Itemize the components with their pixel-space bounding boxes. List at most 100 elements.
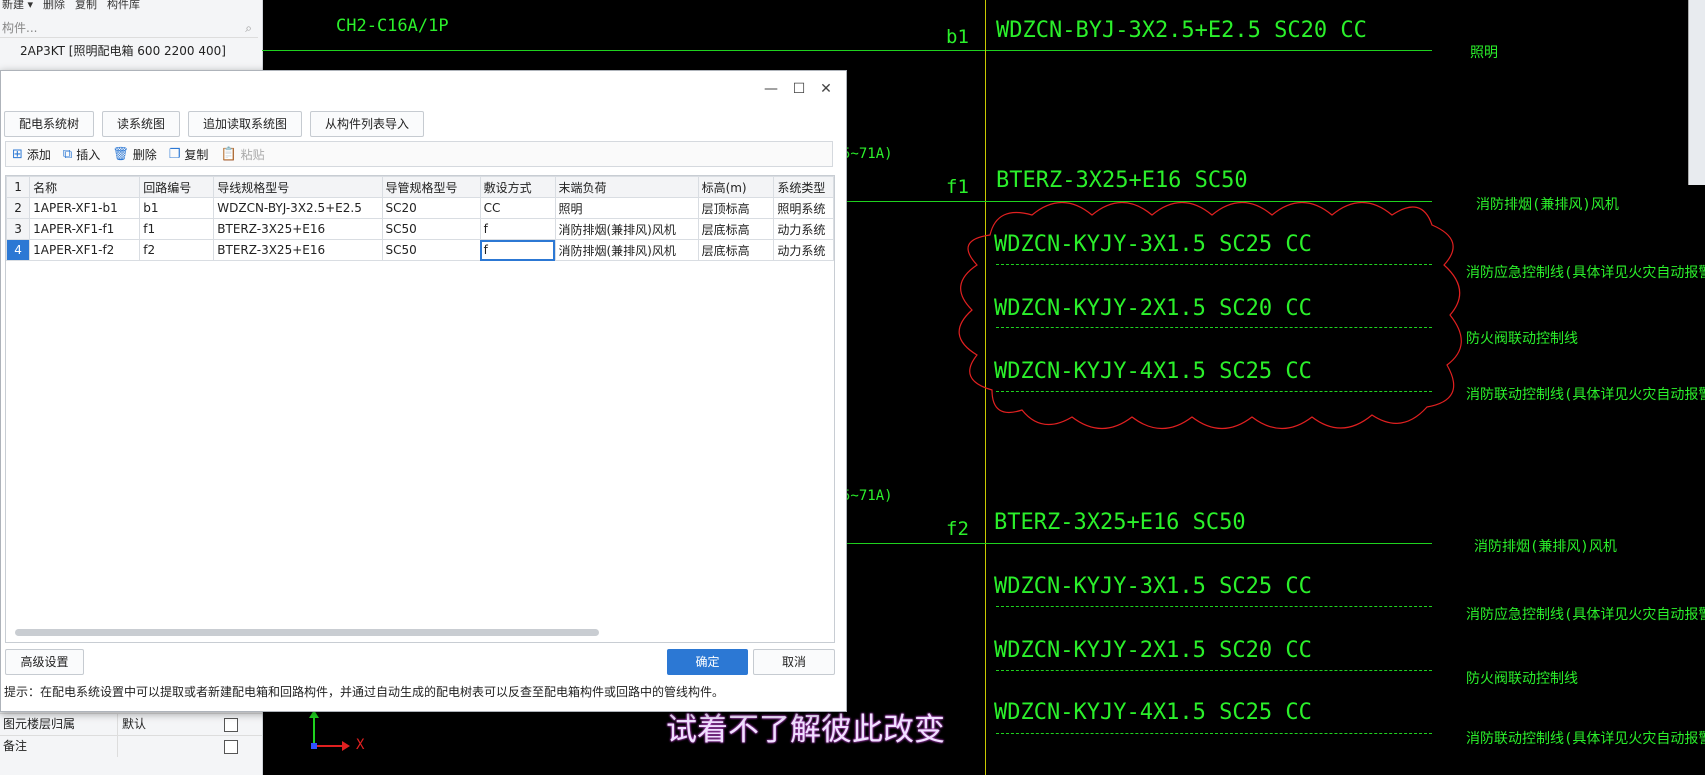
property-table: 图元楼层归属 默认 备注 xyxy=(0,713,262,757)
delete-button[interactable]: 删除 xyxy=(43,0,65,12)
component-search-input[interactable]: 构件... ⌕ xyxy=(0,18,258,38)
control-line xyxy=(996,733,1432,734)
circuit-cable: WDZCN-BYJ-3X2.5+E2.5 SC20 CC xyxy=(996,18,1367,43)
property-row: 备注 xyxy=(0,735,262,757)
control-load: 消防应急控制线(具体详见火灾自动报警平面图) xyxy=(1466,607,1705,623)
row-number[interactable]: 4 xyxy=(6,239,31,261)
breaker-label: CH2-C16A/1P xyxy=(336,16,449,36)
partial-label: 5~71A) xyxy=(842,488,893,504)
column-header[interactable]: 标高(m) xyxy=(697,176,775,198)
bus-line xyxy=(262,50,1432,51)
control-cable: WDZCN-KYJY-3X1.5 SC25 CC xyxy=(994,574,1312,599)
ucs-axis-icon xyxy=(309,710,350,751)
table-cell[interactable]: WDZCN-BYJ-3X2.5+E2.5 xyxy=(213,197,383,219)
horizontal-scrollbar[interactable] xyxy=(15,629,599,636)
tab-read-diagram[interactable]: 读系统图 xyxy=(102,111,181,137)
control-line xyxy=(996,606,1432,607)
circuit-table: 1 名称 回路编号 导线规格型号 导管规格型号 敷设方式 末端负荷 标高(m) … xyxy=(6,176,834,261)
table-cell[interactable]: SC50 xyxy=(381,239,481,261)
table-cell[interactable]: 消防排烟(兼排风)风机 xyxy=(554,218,699,240)
table-cell[interactable]: 层顶标高 xyxy=(697,197,775,219)
circuit-load: 消防排烟(兼排风)风机 xyxy=(1474,539,1617,555)
table-row[interactable]: 3 1APER-XF1-f1 f1 BTERZ-3X25+E16 SC50 f … xyxy=(6,218,834,240)
tab-import-list[interactable]: 从构件列表导入 xyxy=(310,111,425,137)
property-value[interactable]: 默认 xyxy=(118,714,212,735)
copy-button[interactable]: 复制 xyxy=(75,0,97,12)
table-cell[interactable]: SC50 xyxy=(381,218,481,240)
table-cell[interactable]: CC xyxy=(479,197,556,219)
circuit-id: f2 xyxy=(946,518,969,540)
table-cell[interactable]: 1APER-XF1-f2 xyxy=(29,239,141,261)
close-icon[interactable]: ✕ xyxy=(816,79,836,99)
distribution-system-dialog: — ☐ ✕ 配电系统树 读系统图 追加读取系统图 从构件列表导入 ⊞ 添加 ⧉ 插入… xyxy=(0,70,847,712)
property-checkbox[interactable] xyxy=(224,718,238,732)
table-cell[interactable]: 1APER-XF1-b1 xyxy=(29,197,141,219)
partial-label: 5~71A) xyxy=(842,146,893,162)
property-checkbox[interactable] xyxy=(224,740,238,754)
tab-system-tree[interactable]: 配电系统树 xyxy=(4,111,95,137)
axis-x-label: X xyxy=(356,737,365,753)
table-row[interactable]: 4 1APER-XF1-f2 f2 BTERZ-3X25+E16 SC50 f … xyxy=(6,239,834,261)
column-header[interactable]: 导线规格型号 xyxy=(213,176,383,198)
minimize-icon[interactable]: — xyxy=(761,79,781,99)
tab-append-read[interactable]: 追加读取系统图 xyxy=(188,111,303,137)
control-load: 消防联动控制线(具体详见火灾自动报警平面图) xyxy=(1466,731,1705,747)
table-cell[interactable]: 照明系统 xyxy=(773,197,834,219)
control-cable: WDZCN-KYJY-2X1.5 SC20 CC xyxy=(994,638,1312,663)
table-cell[interactable]: 层底标高 xyxy=(697,218,775,240)
table-cell[interactable]: BTERZ-3X25+E16 xyxy=(213,239,383,261)
row-number[interactable]: 2 xyxy=(6,197,31,219)
column-header[interactable]: 回路编号 xyxy=(139,176,215,198)
table-cell[interactable]: BTERZ-3X25+E16 xyxy=(213,218,383,240)
circuit-load: 照明 xyxy=(1470,45,1498,61)
advanced-settings-button[interactable]: 高级设置 xyxy=(5,649,84,675)
column-header[interactable]: 导管规格型号 xyxy=(381,176,481,198)
copy-row-button[interactable]: ❐ 复制 xyxy=(169,146,209,163)
new-button[interactable]: 新建 ▾ xyxy=(2,0,33,12)
revision-cloud xyxy=(958,202,1462,429)
cancel-button[interactable]: 取消 xyxy=(753,649,835,675)
paste-icon: 📋 xyxy=(220,146,237,162)
add-icon: ⊞ xyxy=(12,146,23,162)
delete-row-button[interactable]: 🗑 删除 xyxy=(112,146,157,163)
circuit-cable: BTERZ-3X25+E16 SC50 xyxy=(994,510,1246,535)
table-cell-editing[interactable]: f xyxy=(479,239,556,261)
row-number: 1 xyxy=(6,176,31,198)
control-load: 防火阀联动控制线 xyxy=(1466,671,1578,687)
control-cable: WDZCN-KYJY-4X1.5 SC25 CC xyxy=(994,700,1312,725)
grid-toolbar: ⊞ 添加 ⧉ 插入 🗑 删除 ❐ 复制 📋 粘贴 xyxy=(5,141,833,167)
table-cell[interactable]: 1APER-XF1-f1 xyxy=(29,218,141,240)
column-header[interactable]: 系统类型 xyxy=(773,176,834,198)
component-list-item[interactable]: 2AP3KT [照明配电箱 600 2200 400] xyxy=(20,42,226,59)
table-row[interactable]: 2 1APER-XF1-b1 b1 WDZCN-BYJ-3X2.5+E2.5 S… xyxy=(6,197,834,219)
property-value[interactable] xyxy=(118,736,212,757)
maximize-icon[interactable]: ☐ xyxy=(789,79,809,99)
table-cell[interactable]: 层底标高 xyxy=(697,239,775,261)
component-toolbar: 新建 ▾ 删除 复制 构件库 xyxy=(0,0,262,12)
circuit-id: b1 xyxy=(946,26,969,48)
table-cell[interactable]: SC20 xyxy=(381,197,481,219)
property-key: 图元楼层归属 xyxy=(0,714,118,735)
row-number[interactable]: 3 xyxy=(6,218,31,240)
insert-row-button[interactable]: ⧉ 插入 xyxy=(63,146,100,163)
column-header[interactable]: 末端负荷 xyxy=(554,176,699,198)
table-cell[interactable]: f xyxy=(479,218,556,240)
table-cell[interactable]: 动力系统 xyxy=(773,218,834,240)
table-cell[interactable]: b1 xyxy=(139,197,215,219)
table-cell[interactable]: 消防排烟(兼排风)风机 xyxy=(554,239,699,261)
property-row: 图元楼层归属 默认 xyxy=(0,713,262,735)
add-row-button[interactable]: ⊞ 添加 xyxy=(12,146,51,163)
dialog-titlebar[interactable]: — ☐ ✕ xyxy=(1,71,846,111)
library-button[interactable]: 构件库 xyxy=(107,0,140,12)
table-cell[interactable]: 动力系统 xyxy=(773,239,834,261)
table-cell[interactable]: 照明 xyxy=(554,197,699,219)
paste-row-button[interactable]: 📋 粘贴 xyxy=(220,146,264,163)
table-cell[interactable]: f2 xyxy=(139,239,215,261)
ok-button[interactable]: 确定 xyxy=(667,649,748,675)
column-header[interactable]: 敷设方式 xyxy=(479,176,556,198)
column-header[interactable]: 名称 xyxy=(29,176,141,198)
header-row: 1 名称 回路编号 导线规格型号 导管规格型号 敷设方式 末端负荷 标高(m) … xyxy=(6,176,834,198)
insert-icon: ⧉ xyxy=(62,146,73,162)
table-cell[interactable]: f1 xyxy=(139,218,215,240)
view-toolbar[interactable] xyxy=(1688,0,1705,185)
